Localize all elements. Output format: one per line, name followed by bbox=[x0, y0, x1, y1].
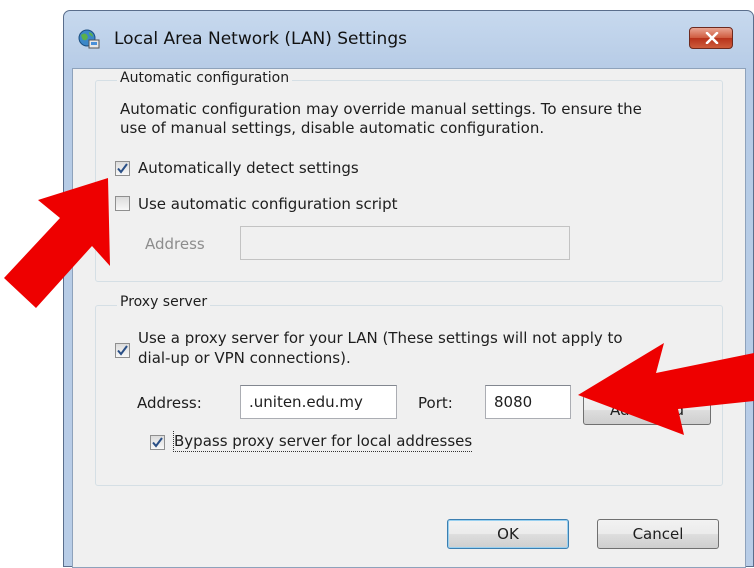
auto-config-description-line2: use of manual settings, disable automati… bbox=[120, 119, 545, 137]
use-proxy-label-line2[interactable]: dial-up or VPN connections). bbox=[138, 347, 351, 369]
proxy-port-label: Port: bbox=[418, 394, 453, 412]
lan-settings-dialog: Local Area Network (LAN) Settings Automa… bbox=[63, 10, 754, 568]
checkmark-icon bbox=[117, 345, 128, 356]
automatic-configuration-label: Automatic configuration bbox=[117, 70, 293, 86]
title-bar[interactable]: Local Area Network (LAN) Settings bbox=[64, 11, 753, 69]
cancel-button[interactable]: Cancel bbox=[597, 519, 719, 549]
checkmark-icon bbox=[152, 437, 163, 448]
dialog-body: Automatic configuration Automatic config… bbox=[72, 68, 746, 568]
use-proxy-checkbox[interactable] bbox=[115, 343, 130, 358]
annotation-arrow-right bbox=[578, 343, 754, 435]
close-button[interactable] bbox=[689, 27, 733, 49]
close-x-icon bbox=[705, 32, 719, 44]
use-proxy-label-line1[interactable]: Use a proxy server for your LAN (These s… bbox=[138, 327, 623, 349]
dialog-title: Local Area Network (LAN) Settings bbox=[114, 29, 407, 49]
proxy-address-label: Address: bbox=[137, 394, 202, 412]
network-globe-icon bbox=[78, 29, 100, 49]
auto-detect-label[interactable]: Automatically detect settings bbox=[138, 157, 359, 179]
proxy-port-field[interactable]: 8080 bbox=[485, 385, 571, 419]
script-address-label: Address bbox=[145, 235, 205, 253]
ok-button[interactable]: OK bbox=[447, 519, 569, 549]
script-address-field[interactable] bbox=[240, 226, 570, 260]
bypass-local-checkbox[interactable] bbox=[150, 435, 165, 450]
use-config-script-label[interactable]: Use automatic configuration script bbox=[138, 193, 397, 215]
bypass-local-label[interactable]: Bypass proxy server for local addresses bbox=[173, 431, 473, 452]
annotation-arrow-left bbox=[4, 178, 110, 308]
proxy-address-field[interactable]: .uniten.edu.my bbox=[240, 385, 397, 419]
